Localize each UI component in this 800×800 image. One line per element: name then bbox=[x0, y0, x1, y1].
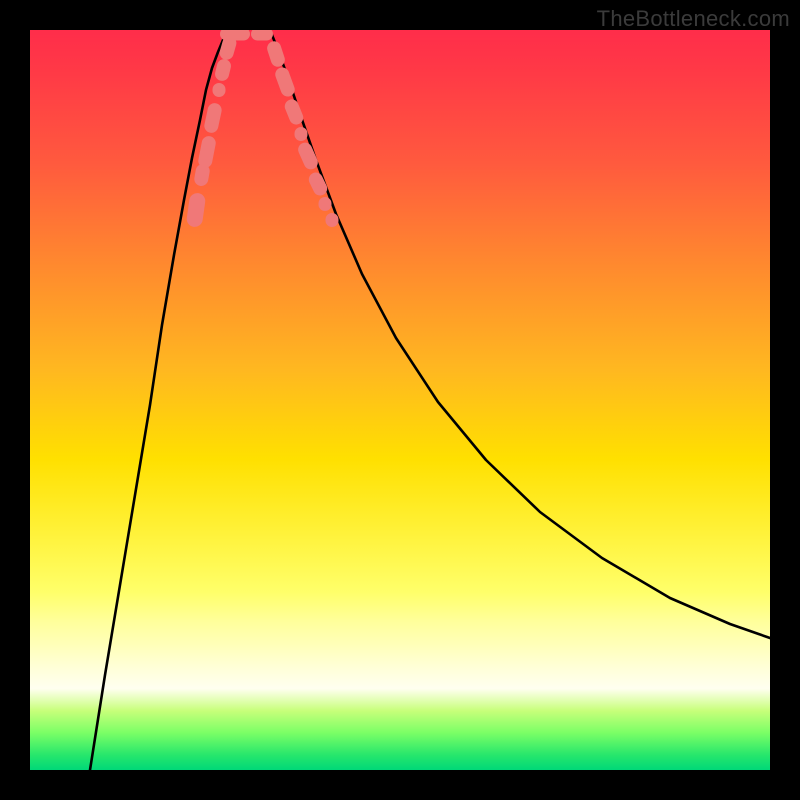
marker-right-markers-7 bbox=[326, 213, 339, 227]
marker-right-markers-1 bbox=[273, 66, 296, 99]
marker-bottom-markers-0 bbox=[220, 30, 250, 41]
marker-left-markers-0 bbox=[186, 192, 207, 228]
marker-right-markers-4 bbox=[296, 140, 320, 171]
marker-left-markers-3 bbox=[203, 102, 223, 134]
curve-right-branch bbox=[270, 30, 770, 638]
watermark-text: TheBottleneck.com bbox=[597, 6, 790, 32]
marker-left-markers-2 bbox=[197, 135, 217, 169]
marker-left-markers-5 bbox=[214, 58, 233, 83]
chart-svg bbox=[30, 30, 770, 770]
chart-curves bbox=[90, 30, 770, 770]
chart-frame bbox=[30, 30, 770, 770]
marker-right-markers-3 bbox=[295, 127, 308, 141]
marker-left-markers-4 bbox=[213, 83, 226, 97]
marker-right-markers-6 bbox=[319, 197, 332, 211]
marker-bottom-markers-1 bbox=[251, 30, 273, 41]
chart-markers bbox=[186, 30, 339, 228]
